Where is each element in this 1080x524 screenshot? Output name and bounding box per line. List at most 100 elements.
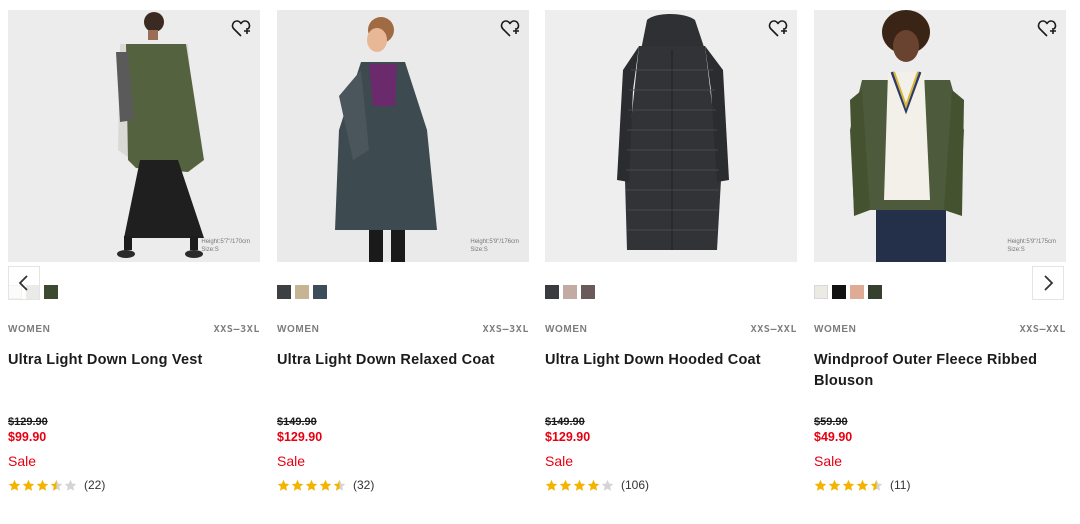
color-swatch[interactable] [832, 285, 846, 299]
star-icon [587, 479, 600, 491]
rating[interactable]: (32) [277, 477, 374, 493]
product-card[interactable]: Height:5'7"/170cm Size:S WOMEN XXS–3XL U… [8, 10, 260, 524]
color-swatch[interactable] [868, 285, 882, 299]
rating[interactable]: (106) [545, 477, 649, 493]
gender-label: WOMEN [814, 324, 857, 335]
product-meta: WOMEN XXS–3XL [277, 324, 529, 336]
model-info: Height:5'7"/170cm Size:S [201, 238, 250, 254]
color-swatch[interactable] [277, 285, 291, 299]
star-icon [333, 479, 346, 491]
sale-price: $99.90 [8, 430, 47, 444]
model-info: Height:5'9"/175cm Size:S [1007, 238, 1056, 254]
star-icon [64, 479, 77, 491]
sale-price: $129.90 [545, 430, 591, 444]
review-count: (106) [621, 478, 650, 492]
size-range: XXS–3XL [482, 324, 529, 335]
heart-plus-icon[interactable] [230, 18, 252, 40]
star-icon [573, 479, 586, 491]
model-size: Size:S [201, 247, 219, 253]
gender-label: WOMEN [277, 324, 320, 335]
color-swatches [814, 285, 882, 299]
sale-label: Sale [545, 453, 574, 469]
color-swatch[interactable] [44, 285, 58, 299]
star-icon [828, 479, 841, 491]
model-photo [8, 10, 260, 262]
color-swatch[interactable] [563, 285, 577, 299]
rating[interactable]: (11) [814, 477, 910, 493]
size-range: XXS–3XL [213, 324, 260, 335]
star-icon [601, 479, 614, 491]
star-icon [22, 479, 35, 491]
color-swatch[interactable] [295, 285, 309, 299]
original-price: $129.90 [8, 416, 48, 428]
product-image[interactable]: Height:5'9"/175cm Size:S [814, 10, 1066, 262]
star-rating [814, 479, 884, 492]
star-icon [559, 479, 572, 491]
star-rating [277, 479, 347, 492]
color-swatch[interactable] [581, 285, 595, 299]
heart-plus-icon[interactable] [499, 18, 521, 40]
star-icon [856, 479, 869, 491]
sale-price: $49.90 [814, 430, 853, 444]
gender-label: WOMEN [8, 324, 51, 335]
original-price: $59.90 [814, 416, 848, 428]
star-icon [545, 479, 558, 491]
star-icon [319, 479, 332, 491]
original-price: $149.90 [277, 416, 317, 428]
color-swatch[interactable] [545, 285, 559, 299]
carousel-next-button[interactable] [1032, 266, 1064, 300]
rating[interactable]: (22) [8, 477, 105, 493]
review-count: (11) [890, 478, 911, 492]
product-meta: WOMEN XXS–XXL [814, 324, 1066, 336]
color-swatches [545, 285, 595, 299]
product-card[interactable]: Height:5'9"/176cm Size:S WOMEN XXS–3XL U… [277, 10, 529, 524]
product-carousel: Height:5'7"/170cm Size:S WOMEN XXS–3XL U… [0, 0, 1080, 524]
product-title[interactable]: Windproof Outer Fleece Ribbed Blouson [814, 350, 1054, 392]
model-height: Height:5'7"/170cm [201, 239, 250, 245]
sale-label: Sale [277, 453, 306, 469]
product-image[interactable] [545, 10, 797, 262]
sale-price: $129.90 [277, 430, 323, 444]
model-photo [814, 10, 1066, 262]
product-card[interactable]: WOMEN XXS–XXL Ultra Light Down Hooded Co… [545, 10, 797, 524]
sale-label: Sale [814, 453, 843, 469]
heart-plus-icon[interactable] [767, 18, 789, 40]
star-icon [291, 479, 304, 491]
model-photo [277, 10, 529, 262]
model-info: Height:5'9"/176cm Size:S [470, 238, 519, 254]
star-icon [305, 479, 318, 491]
carousel-prev-button[interactable] [8, 266, 40, 300]
star-icon [50, 479, 63, 491]
star-icon [36, 479, 49, 491]
color-swatch[interactable] [814, 285, 828, 299]
product-title[interactable]: Ultra Light Down Long Vest [8, 350, 248, 371]
product-meta: WOMEN XXS–XXL [545, 324, 797, 336]
color-swatch[interactable] [313, 285, 327, 299]
star-rating [545, 479, 615, 492]
product-title[interactable]: Ultra Light Down Relaxed Coat [277, 350, 517, 371]
star-icon [814, 479, 827, 491]
model-height: Height:5'9"/175cm [1007, 239, 1056, 245]
star-icon [870, 479, 883, 491]
color-swatch[interactable] [850, 285, 864, 299]
star-rating [8, 479, 78, 492]
original-price: $149.90 [545, 416, 585, 428]
product-image[interactable]: Height:5'7"/170cm Size:S [8, 10, 260, 262]
product-card[interactable]: Height:5'9"/175cm Size:S WOMEN XXS–XXL W… [814, 10, 1066, 524]
gender-label: WOMEN [545, 324, 588, 335]
model-size: Size:S [470, 247, 488, 253]
sale-label: Sale [8, 453, 37, 469]
product-title[interactable]: Ultra Light Down Hooded Coat [545, 350, 785, 371]
size-range: XXS–XXL [1019, 324, 1066, 335]
review-count: (32) [353, 478, 375, 492]
star-icon [277, 479, 290, 491]
size-range: XXS–XXL [750, 324, 797, 335]
color-swatches [277, 285, 327, 299]
product-image[interactable]: Height:5'9"/176cm Size:S [277, 10, 529, 262]
product-photo [545, 10, 797, 262]
chevron-left-icon [18, 275, 28, 291]
model-size: Size:S [1007, 247, 1025, 253]
model-height: Height:5'9"/176cm [470, 239, 519, 245]
star-icon [842, 479, 855, 491]
heart-plus-icon[interactable] [1036, 18, 1058, 40]
